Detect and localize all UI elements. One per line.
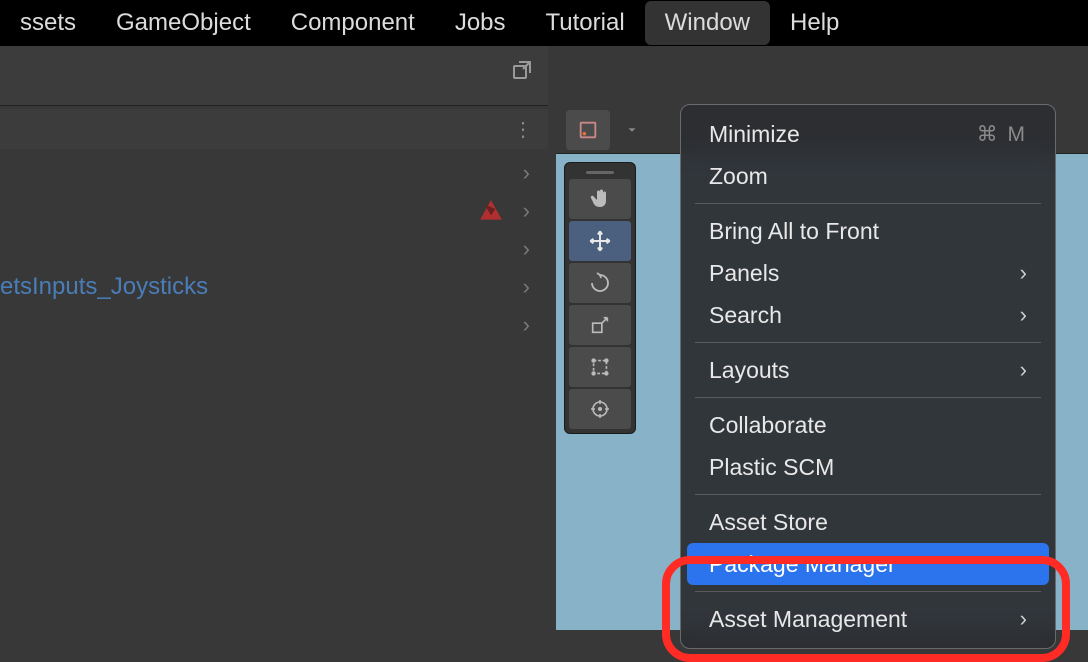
menu-plastic-scm[interactable]: Plastic SCM	[687, 446, 1049, 488]
menu-label: Collaborate	[709, 412, 827, 439]
kebab-icon[interactable]: ⋮	[513, 117, 534, 142]
menubar: ssets GameObject Component Jobs Tutorial…	[0, 0, 1088, 46]
list-item[interactable]: etsInputs_Joysticks ›	[0, 268, 548, 306]
menu-jobs[interactable]: Jobs	[435, 1, 526, 45]
chevron-right-icon: ›	[1020, 606, 1027, 632]
warning-icon	[478, 198, 504, 224]
separator	[695, 591, 1041, 592]
separator	[695, 397, 1041, 398]
menu-label: Zoom	[709, 163, 768, 190]
menu-gameobject[interactable]: GameObject	[96, 1, 271, 45]
list-item[interactable]: ›	[0, 154, 548, 192]
menu-collaborate[interactable]: Collaborate	[687, 404, 1049, 446]
separator	[695, 203, 1041, 204]
chevron-right-icon: ›	[523, 236, 530, 262]
list-item[interactable]: ›	[0, 192, 548, 230]
main-area: ⋮ › › ›	[0, 46, 1088, 630]
menu-label: Minimize	[709, 121, 800, 148]
menu-zoom[interactable]: Zoom	[687, 155, 1049, 197]
chevron-right-icon: ›	[1020, 357, 1027, 383]
menu-label: Bring All to Front	[709, 218, 879, 245]
hierarchy-tabbar	[0, 46, 548, 106]
menu-bring-all-to-front[interactable]: Bring All to Front	[687, 210, 1049, 252]
menu-label: Plastic SCM	[709, 454, 834, 481]
chevron-right-icon: ›	[1020, 302, 1027, 328]
chevron-right-icon: ›	[523, 160, 530, 186]
item-label: etsInputs_Joysticks	[0, 273, 208, 301]
list-item[interactable]: ›	[0, 306, 548, 344]
shortcut-label: ⌘ M	[977, 122, 1027, 147]
menu-asset-management[interactable]: Asset Management ›	[687, 598, 1049, 640]
pivot-button[interactable]	[566, 110, 610, 150]
popout-icon[interactable]	[502, 50, 542, 90]
scale-tool[interactable]	[569, 305, 631, 345]
separator	[695, 494, 1041, 495]
grip-handle[interactable]	[569, 167, 631, 177]
menu-assets[interactable]: ssets	[0, 1, 96, 45]
menu-window[interactable]: Window	[645, 1, 770, 45]
move-tool[interactable]	[569, 221, 631, 261]
pivot-dropdown[interactable]	[616, 110, 648, 150]
menu-asset-store[interactable]: Asset Store	[687, 501, 1049, 543]
list-item[interactable]: ›	[0, 230, 548, 268]
menu-component[interactable]: Component	[271, 1, 435, 45]
menu-help[interactable]: Help	[770, 1, 859, 45]
menu-label: Panels	[709, 260, 779, 287]
separator	[695, 342, 1041, 343]
hand-tool[interactable]	[569, 179, 631, 219]
transform-tool[interactable]	[569, 389, 631, 429]
rotate-tool[interactable]	[569, 263, 631, 303]
hierarchy-list: › › › etsInputs_Joysticks › ›	[0, 154, 548, 344]
menu-tutorial[interactable]: Tutorial	[526, 1, 645, 45]
menu-label: Search	[709, 302, 782, 329]
chevron-right-icon: ›	[523, 274, 530, 300]
menu-package-manager[interactable]: Package Manager	[687, 543, 1049, 585]
menu-panels[interactable]: Panels ›	[687, 252, 1049, 294]
menu-label: Layouts	[709, 357, 790, 384]
menu-search[interactable]: Search ›	[687, 294, 1049, 336]
chevron-right-icon: ›	[523, 198, 530, 224]
hierarchy-header: ⋮	[0, 109, 548, 149]
menu-label: Asset Store	[709, 509, 828, 536]
menu-minimize[interactable]: Minimize ⌘ M	[687, 113, 1049, 155]
window-menu-dropdown: Minimize ⌘ M Zoom Bring All to Front Pan…	[680, 104, 1056, 649]
chevron-right-icon: ›	[1020, 260, 1027, 286]
menu-layouts[interactable]: Layouts ›	[687, 349, 1049, 391]
tool-palette	[564, 162, 636, 434]
menu-label: Package Manager	[709, 551, 896, 578]
menu-label: Asset Management	[709, 606, 907, 633]
rect-tool[interactable]	[569, 347, 631, 387]
chevron-right-icon: ›	[523, 312, 530, 338]
